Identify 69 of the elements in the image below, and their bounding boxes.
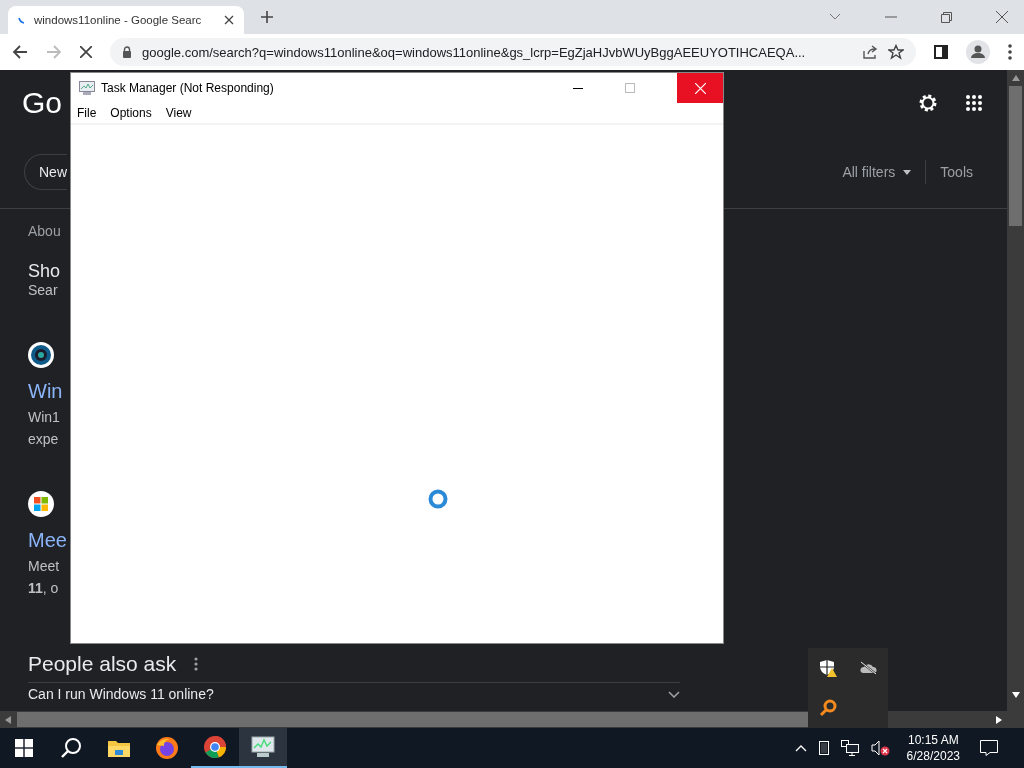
google-logo[interactable]: Go (22, 86, 63, 120)
site-favicon (28, 342, 54, 368)
scroll-down-icon[interactable] (1011, 692, 1020, 698)
firefox-icon (155, 736, 179, 760)
window-title: Task Manager (Not Responding) (101, 81, 274, 95)
more-options-icon[interactable] (194, 657, 199, 671)
windows-logo-icon (28, 491, 54, 517)
cloud-off-icon[interactable] (859, 661, 877, 675)
address-bar[interactable]: google.com/search?q=windows11online&oq=windows11online&gs_lcrp=EgZjaHJvbWUyBggAEEUYOTIHCAEQA... (110, 38, 916, 66)
scrollbar-thumb[interactable] (1009, 86, 1022, 226)
chevron-up-icon[interactable] (794, 744, 807, 752)
chrome-icon (203, 735, 227, 759)
task-manager-icon (79, 81, 95, 95)
close-icon[interactable] (80, 46, 92, 58)
folder-icon (108, 739, 130, 757)
menu-item[interactable]: File (77, 106, 97, 120)
horizontal-scrollbar[interactable] (0, 711, 1007, 728)
loading-spinner-icon (428, 489, 448, 509)
scrollbar-thumb[interactable] (17, 712, 810, 727)
volume-muted-icon[interactable] (870, 740, 891, 756)
tablet-icon[interactable] (818, 741, 829, 755)
result-snippet: expe (28, 431, 59, 447)
close-icon[interactable] (996, 11, 1008, 23)
section-heading: People also ask (28, 652, 177, 676)
menu-item[interactable]: Options (110, 106, 152, 120)
shield-warning-icon[interactable] (819, 659, 837, 677)
result-link[interactable]: Win (28, 380, 63, 403)
suggestion-subtitle: Sear (28, 282, 58, 298)
taskbar-button[interactable] (239, 728, 287, 768)
plus-icon[interactable] (260, 10, 274, 24)
result-snippet: Win1 (28, 409, 60, 425)
star-icon[interactable] (888, 44, 904, 60)
question-row[interactable]: Can I run Windows 11 online? (28, 682, 680, 702)
chevron-down-icon[interactable] (829, 13, 841, 21)
browser-tab[interactable]: windows11online - Google Searc (8, 6, 244, 34)
search-icon (60, 737, 82, 759)
apps-grid-icon[interactable] (965, 94, 983, 112)
more-options-icon[interactable] (1008, 44, 1012, 60)
scroll-up-icon[interactable] (1011, 75, 1020, 81)
settings-icon[interactable] (917, 92, 939, 114)
chevron-down-icon (668, 690, 680, 698)
filters-dropdown[interactable]: All filters (842, 164, 912, 180)
notifications-icon[interactable] (980, 740, 998, 756)
result-link[interactable]: Mee (28, 529, 67, 552)
back-arrow-icon[interactable] (12, 45, 28, 59)
start-icon[interactable] (15, 739, 33, 757)
loading-icon (18, 16, 26, 24)
lock-icon (122, 46, 132, 58)
side-panel-icon[interactable] (934, 45, 948, 59)
close-icon[interactable] (224, 15, 234, 25)
dropdown-arrow-icon (903, 169, 912, 175)
suggestion-title[interactable]: Sho (28, 261, 61, 282)
minimize-icon[interactable] (573, 87, 583, 89)
restore-icon[interactable] (941, 11, 952, 23)
scroll-right-icon[interactable] (996, 715, 1002, 724)
menu-item[interactable]: View (165, 106, 192, 120)
tools-button[interactable]: Tools (940, 164, 973, 180)
result-snippet: 11, o (28, 580, 59, 596)
profile-icon[interactable] (966, 40, 990, 64)
result-snippet: Meet (28, 558, 60, 574)
result-stats: Abou (28, 223, 61, 239)
magnifier-icon[interactable] (819, 699, 837, 717)
task-manager-icon (251, 736, 275, 758)
network-icon[interactable] (840, 740, 859, 756)
close-icon (694, 82, 706, 94)
vertical-scrollbar[interactable] (1007, 70, 1024, 728)
clock[interactable]: 10:15 AM 6/28/2023 (906, 732, 960, 764)
share-icon[interactable] (862, 44, 878, 60)
scroll-left-icon[interactable] (5, 715, 11, 724)
